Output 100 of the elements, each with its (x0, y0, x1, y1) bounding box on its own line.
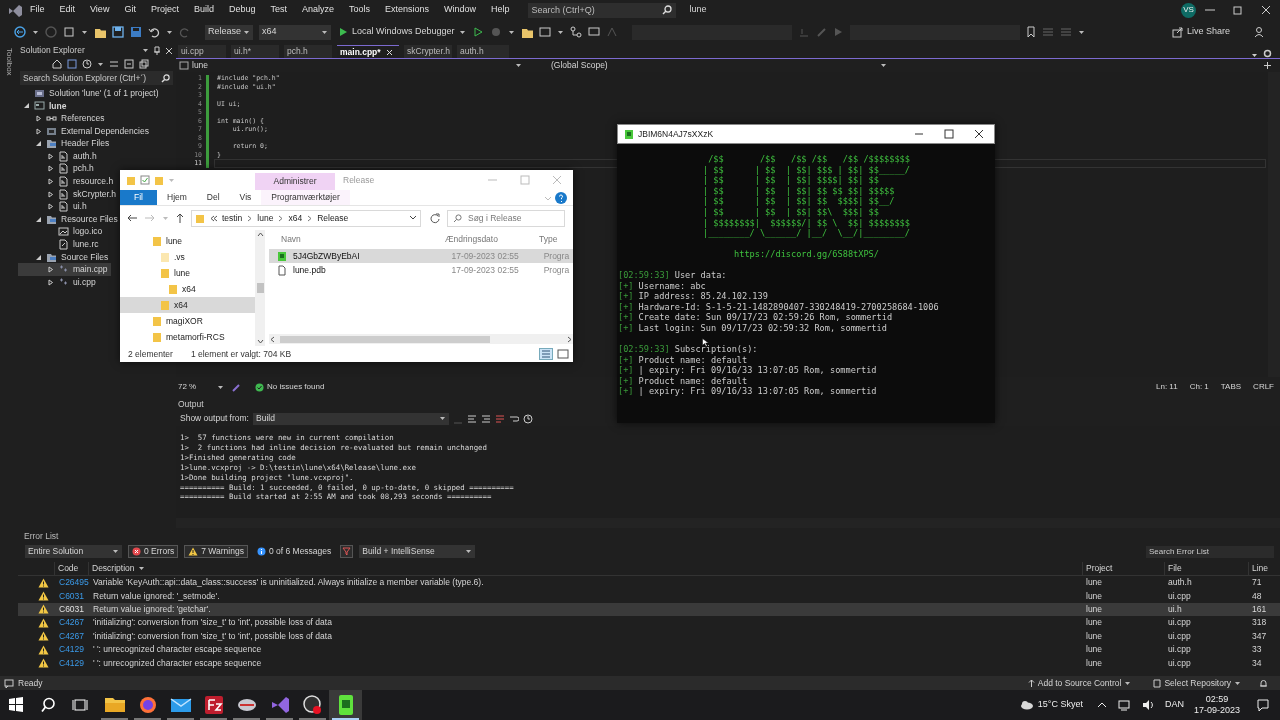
ribbon-tab[interactable]: Programværktøjer (261, 190, 350, 205)
search-field[interactable]: Search Solution Explorer (Ctrl+´) (20, 71, 173, 85)
messages-filter-button[interactable]: 0 of 6 Messages (253, 545, 335, 558)
new-project-icon[interactable] (63, 26, 75, 38)
menu-item[interactable]: View (90, 3, 110, 17)
column-header[interactable]: File (1164, 562, 1248, 575)
column-header[interactable]: Ændringsdato (445, 233, 539, 246)
scrollbar[interactable] (269, 334, 573, 344)
person-feedback-icon[interactable] (1254, 26, 1266, 38)
error-row[interactable]: C6031 Return value ignored: 'getchar'. lune ui.h 161 (18, 602, 1280, 617)
error-code-link[interactable]: C4267 (54, 629, 90, 643)
column-header[interactable]: Code (54, 562, 88, 575)
collapsed-arrow-icon[interactable] (47, 177, 54, 185)
error-row[interactable]: C6031 Return value ignored: '_setmode'. lune ui.cpp 48 (18, 589, 1280, 603)
tree-item[interactable]: Source Files (18, 250, 112, 264)
column-header[interactable]: Description (88, 562, 1082, 575)
menu-item[interactable]: Test (270, 3, 287, 17)
error-code-link[interactable]: C6031 (54, 603, 90, 616)
editor-tab[interactable]: pch.h (284, 45, 332, 58)
comment-icon[interactable] (587, 26, 600, 38)
close-icon[interactable] (385, 48, 393, 56)
save-icon[interactable] (112, 26, 124, 38)
up-icon[interactable] (175, 212, 185, 224)
scroll-thumb[interactable] (280, 335, 490, 343)
volume-icon[interactable] (1140, 699, 1155, 711)
collapsed-arrow-icon[interactable] (47, 278, 54, 286)
align-left-icon[interactable] (467, 413, 477, 424)
breadcrumb-link[interactable]: Release (317, 211, 349, 225)
collapsed-arrow-icon[interactable] (35, 127, 42, 135)
menu-item[interactable]: Build (193, 3, 214, 17)
undo-icon[interactable] (148, 26, 160, 38)
align-right-icon[interactable] (481, 413, 491, 424)
save-all-icon[interactable] (130, 26, 142, 38)
brush-icon[interactable] (232, 382, 241, 392)
editor-tab[interactable]: ui.cpp (178, 45, 226, 58)
expanded-arrow-icon[interactable] (23, 102, 30, 110)
editor-tab[interactable]: auth.h (457, 45, 509, 58)
scroll-thumb[interactable] (256, 283, 264, 293)
error-row[interactable]: C4129 ' ': unrecognized character escape sequence lune ui.cpp 33 (18, 642, 1280, 657)
menu-item[interactable]: Tools (349, 3, 371, 17)
search-field[interactable]: Search Error List (1146, 545, 1274, 558)
error-code-link[interactable]: C6031 (54, 589, 90, 603)
menu-item[interactable]: Git (124, 3, 136, 17)
address-bar[interactable]: testin lune x64 Release (191, 209, 421, 227)
clock-icon[interactable] (523, 413, 533, 424)
file-row[interactable]: 5J4GbZWByEbAI 17-09-2023 02:55 Progra (269, 249, 573, 263)
search-field[interactable]: Search (Ctrl+Q) (527, 2, 676, 18)
error-code-link[interactable]: C4129 (54, 643, 90, 656)
editor-tab[interactable]: main.cpp* (337, 45, 399, 58)
menu-item[interactable]: Help (491, 3, 510, 17)
folder-tree-item[interactable]: x64 (120, 281, 255, 297)
ribbon-tab[interactable]: Del (196, 190, 230, 205)
breadcrumb-link[interactable]: testin (222, 211, 243, 225)
collapsed-arrow-icon[interactable] (35, 115, 42, 122)
expanded-arrow-icon[interactable] (35, 253, 42, 261)
file-row[interactable]: lune.pdb 17-09-2023 02:55 Progra (269, 263, 573, 277)
error-row[interactable]: C26495 Variable 'KeyAuth::api::data_class::success' is uninitialized. Always initialize a member variable (type.6). lune auth.h 71 (18, 576, 1280, 590)
switch-view-icon[interactable] (67, 59, 77, 69)
ribbon-tab[interactable]: Fil (120, 190, 157, 205)
bookmark-icon[interactable] (1025, 26, 1036, 38)
open-folder-icon[interactable] (94, 26, 106, 38)
home-icon[interactable] (52, 59, 62, 69)
tree-item[interactable]: auth.h (18, 149, 100, 163)
back-icon[interactable] (126, 213, 138, 223)
scope-dropdown[interactable]: Entire Solution (25, 545, 122, 558)
tree-item[interactable]: lune.rc (18, 238, 102, 251)
notification-center-icon[interactable] (1256, 698, 1270, 712)
expanded-arrow-icon[interactable] (35, 140, 42, 148)
folder-icon[interactable] (520, 26, 533, 38)
editor-tab[interactable]: skCrypter.h (404, 45, 452, 58)
weather-widget[interactable]: 15°C Skyet (1019, 698, 1083, 712)
error-row[interactable]: C4267 'initializing': conversion from 'size_t' to 'int', possible loss of data lune ui.cpp 318 (18, 616, 1280, 630)
network-icon[interactable] (1116, 699, 1131, 711)
column-header[interactable]: Type (539, 233, 569, 246)
scrollbar[interactable] (255, 230, 265, 346)
filter-icon[interactable] (340, 545, 354, 558)
tree-item[interactable]: Solution 'lune' (1 of 1 project) (18, 87, 162, 100)
ribbon-tab[interactable]: Vis (229, 190, 262, 205)
back-icon[interactable] (14, 26, 26, 38)
zoom-dropdown[interactable]: 72 % (176, 381, 226, 393)
menu-item[interactable]: Extensions (385, 3, 430, 17)
error-code-link[interactable]: C4129 (54, 656, 90, 670)
folder-tree-item[interactable]: magiXOR (120, 313, 255, 329)
error-code-link[interactable]: C26495 (54, 576, 90, 590)
tree-item[interactable]: logo.ico (18, 225, 106, 239)
language-indicator[interactable]: DAN (1164, 698, 1184, 712)
settings-icon[interactable] (1263, 49, 1272, 58)
editor-tab[interactable]: ui.h* (231, 45, 279, 58)
debugger-button[interactable]: Local Windows Debugger (337, 25, 468, 39)
branch-icon[interactable] (569, 26, 582, 38)
copy-icon[interactable] (139, 59, 149, 69)
collapsed-arrow-icon[interactable] (47, 165, 54, 173)
platform-dropdown[interactable]: x64 (259, 24, 331, 40)
pin-icon[interactable] (153, 46, 161, 55)
column-header[interactable]: Line (1248, 562, 1280, 575)
build-filter-dropdown[interactable]: Build + IntelliSense (359, 545, 476, 558)
breadcrumb-link[interactable]: x64 (288, 211, 303, 225)
tree-item[interactable]: pch.h (18, 162, 97, 176)
tree-item[interactable]: External Dependencies (18, 124, 152, 138)
tree-item[interactable]: References (18, 112, 108, 125)
